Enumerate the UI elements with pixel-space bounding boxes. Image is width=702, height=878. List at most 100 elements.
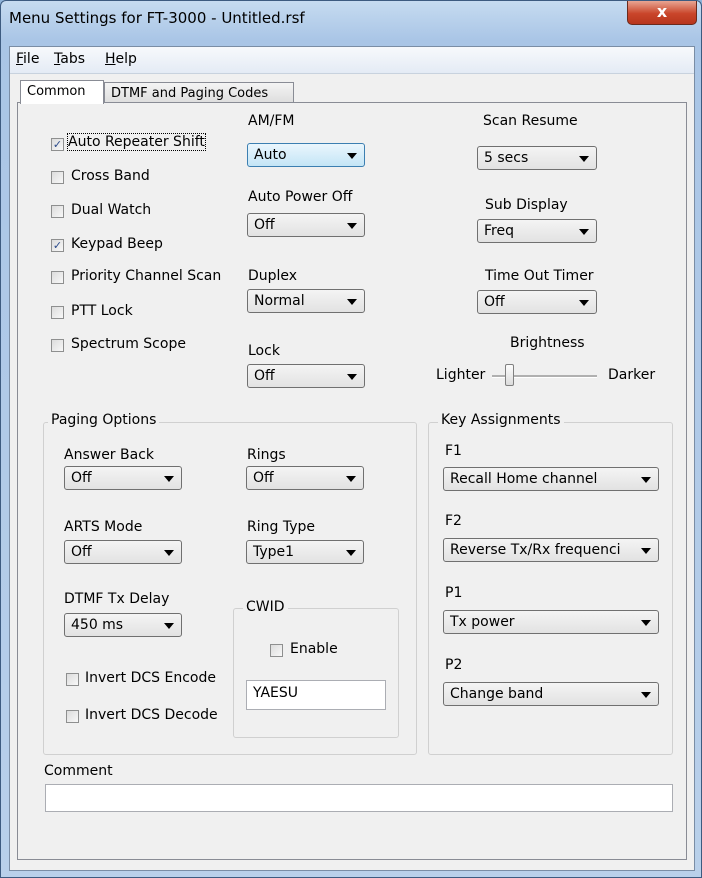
invert-dcs-decode-checkbox[interactable] (66, 710, 79, 723)
f1-label: F1 (445, 443, 462, 459)
chevron-down-icon (164, 623, 174, 629)
key-assignments-title: Key Assignments (438, 412, 564, 428)
priority-channel-scan-checkbox[interactable] (51, 271, 64, 284)
tab-common[interactable]: Common (20, 80, 104, 104)
auto-power-off-value: Off (254, 217, 275, 233)
time-out-timer-label: Time Out Timer (485, 268, 594, 284)
cwid-enable-checkbox[interactable] (270, 644, 283, 657)
auto-repeater-shift-label: Auto Repeater Shift (67, 133, 206, 151)
sub-display-dropdown[interactable]: Freq (477, 219, 597, 243)
spectrum-scope-checkbox[interactable] (51, 339, 64, 352)
tab-dtmf-paging[interactable]: DTMF and Paging Codes (104, 82, 294, 104)
ring-type-value: Type1 (253, 544, 295, 560)
spectrum-scope-label: Spectrum Scope (71, 336, 186, 352)
arts-mode-value: Off (71, 544, 92, 560)
app-window: Menu Settings for FT-3000 - Untitled.rsf… (0, 0, 702, 878)
brightness-label: Brightness (510, 335, 585, 351)
sub-display-value: Freq (484, 223, 514, 239)
time-out-timer-dropdown[interactable]: Off (477, 290, 597, 314)
answer-back-label: Answer Back (64, 447, 155, 463)
menu-file-rest: ile (23, 51, 40, 67)
auto-repeater-shift-checkbox[interactable]: ✓ (51, 138, 64, 151)
p2-label: P2 (445, 657, 463, 673)
chevron-down-icon (641, 548, 651, 554)
p1-label: P1 (445, 585, 463, 601)
sub-display-label: Sub Display (485, 197, 568, 213)
lock-label: Lock (248, 343, 280, 359)
scan-resume-dropdown[interactable]: 5 secs (477, 146, 597, 170)
cross-band-checkbox[interactable] (51, 171, 64, 184)
p2-value: Change band (450, 686, 544, 702)
rings-value: Off (253, 470, 274, 486)
menu-file-key: F (16, 51, 24, 67)
brightness-darker-label: Darker (608, 367, 656, 383)
ring-type-dropdown[interactable]: Type1 (246, 540, 364, 564)
close-button[interactable]: x (627, 1, 697, 25)
paging-options-title: Paging Options (48, 412, 160, 428)
chevron-down-icon (347, 374, 357, 380)
chevron-down-icon (347, 153, 357, 159)
auto-power-off-label: Auto Power Off (248, 189, 353, 205)
client-area: File Tabs Help Common DTMF and Paging Co… (9, 46, 695, 871)
scan-resume-label: Scan Resume (483, 113, 578, 129)
auto-power-off-dropdown[interactable]: Off (247, 213, 365, 237)
arts-mode-label: ARTS Mode (64, 519, 143, 535)
duplex-value: Normal (254, 293, 305, 309)
rings-label: Rings (247, 447, 286, 463)
dual-watch-label: Dual Watch (71, 202, 152, 218)
chevron-down-icon (164, 476, 174, 482)
dtmf-tx-delay-dropdown[interactable]: 450 ms (64, 613, 182, 637)
lock-dropdown[interactable]: Off (247, 364, 365, 388)
priority-channel-scan-label: Priority Channel Scan (71, 268, 222, 284)
dual-watch-checkbox[interactable] (51, 205, 64, 218)
time-out-timer-value: Off (484, 294, 505, 310)
tab-common-label: Common (27, 84, 86, 99)
dtmf-tx-delay-value: 450 ms (71, 617, 124, 633)
chevron-down-icon (579, 156, 589, 162)
chevron-down-icon (346, 550, 356, 556)
f1-dropdown[interactable]: Recall Home channel (443, 467, 659, 491)
cwid-title: CWID (243, 599, 288, 615)
p1-value: Tx power (450, 614, 515, 630)
menu-help-rest: elp (115, 51, 137, 67)
chevron-down-icon (641, 620, 651, 626)
f2-label: F2 (445, 513, 462, 529)
scan-resume-value: 5 secs (484, 150, 529, 166)
menu-help[interactable]: Help (105, 51, 137, 67)
menu-bar: File Tabs Help (10, 47, 694, 74)
chevron-down-icon (164, 550, 174, 556)
menu-help-key: H (105, 51, 116, 67)
chevron-down-icon (641, 477, 651, 483)
window-title: Menu Settings for FT-3000 - Untitled.rsf (9, 9, 305, 27)
f2-dropdown[interactable]: Reverse Tx/Rx frequenci (443, 538, 659, 562)
menu-file[interactable]: File (16, 51, 39, 67)
brightness-slider-thumb[interactable] (504, 364, 514, 386)
invert-dcs-decode-label: Invert DCS Decode (85, 707, 218, 723)
rings-dropdown[interactable]: Off (246, 466, 364, 490)
duplex-label: Duplex (248, 268, 298, 284)
duplex-dropdown[interactable]: Normal (247, 289, 365, 313)
invert-dcs-encode-checkbox[interactable] (66, 673, 79, 686)
arts-mode-dropdown[interactable]: Off (64, 540, 182, 564)
chevron-down-icon (347, 299, 357, 305)
ptt-lock-label: PTT Lock (71, 303, 133, 319)
f1-value: Recall Home channel (450, 471, 598, 487)
tab-panel-common: ✓ Auto Repeater Shift Cross Band Dual Wa… (17, 102, 687, 860)
am-fm-label: AM/FM (248, 113, 295, 129)
ptt-lock-checkbox[interactable] (51, 306, 64, 319)
p2-dropdown[interactable]: Change band (443, 682, 659, 706)
menu-tabs[interactable]: Tabs (54, 51, 85, 67)
invert-dcs-encode-label: Invert DCS Encode (85, 670, 216, 686)
dtmf-tx-delay-label: DTMF Tx Delay (64, 591, 170, 607)
answer-back-dropdown[interactable]: Off (64, 466, 182, 490)
menu-tabs-rest: abs (60, 51, 85, 67)
answer-back-value: Off (71, 470, 92, 486)
cwid-text-field[interactable]: YAESU (246, 680, 386, 710)
am-fm-dropdown[interactable]: Auto (247, 143, 365, 167)
ring-type-label: Ring Type (247, 519, 315, 535)
comment-field[interactable] (45, 784, 673, 812)
tab-dtmf-label: DTMF and Paging Codes (111, 86, 269, 101)
comment-label: Comment (44, 763, 113, 779)
p1-dropdown[interactable]: Tx power (443, 610, 659, 634)
keypad-beep-checkbox[interactable]: ✓ (51, 239, 64, 252)
